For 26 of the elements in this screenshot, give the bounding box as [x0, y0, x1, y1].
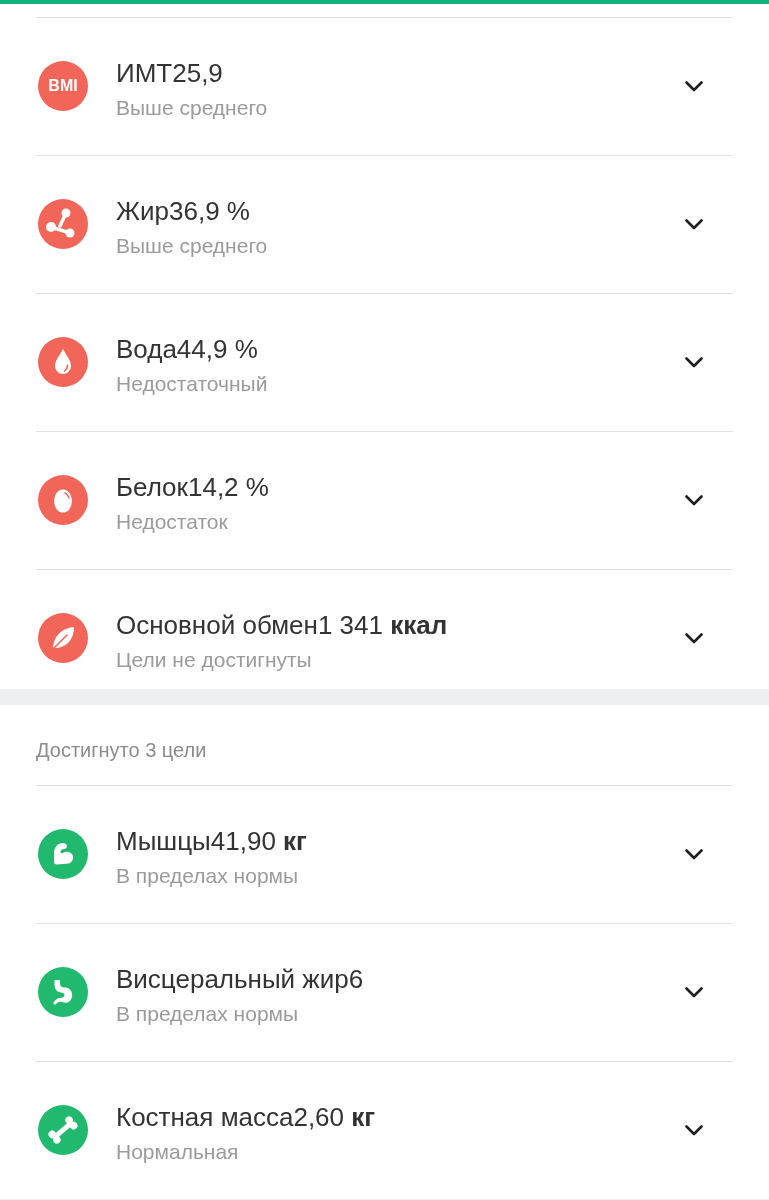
chevron-down-icon[interactable]	[685, 987, 703, 998]
metric-title: Вода44,9 %	[116, 333, 258, 365]
metric-title: Жир36,9 %	[116, 195, 250, 227]
metric-status: Выше среднего	[116, 233, 268, 259]
chevron-down-icon[interactable]	[685, 495, 703, 506]
chevron-down-icon[interactable]	[685, 357, 703, 368]
bmi-badge: BMI	[38, 61, 88, 111]
section-heading: Достигнуто 3 цели	[36, 738, 207, 763]
metric-status: В пределах нормы	[116, 863, 299, 889]
chevron-down-icon[interactable]	[685, 219, 703, 230]
metric-title: Костная масса2,60 кг	[116, 1101, 376, 1133]
chevron-down-icon[interactable]	[685, 1125, 703, 1136]
metric-title: ИМТ25,9	[116, 57, 223, 89]
metric-status: Выше среднего	[116, 95, 268, 121]
chevron-down-icon[interactable]	[685, 633, 703, 644]
metric-status: Недостаток	[116, 509, 228, 535]
metric-status: В пределах нормы	[116, 1001, 299, 1027]
metric-status: Недостаточный	[116, 371, 268, 397]
metric-title: Мышцы41,90 кг	[116, 825, 307, 857]
metric-title: Белок14,2 %	[116, 471, 269, 503]
metric-title: Висцеральный жир6	[116, 963, 364, 995]
chevron-down-icon[interactable]	[685, 849, 703, 860]
metric-status: Нормальная	[116, 1139, 239, 1165]
metric-title: Основной обмен1 341 ккал	[116, 609, 448, 641]
chevron-down-icon[interactable]	[685, 81, 703, 92]
metric-status: Цели не достигнуты	[116, 647, 312, 673]
